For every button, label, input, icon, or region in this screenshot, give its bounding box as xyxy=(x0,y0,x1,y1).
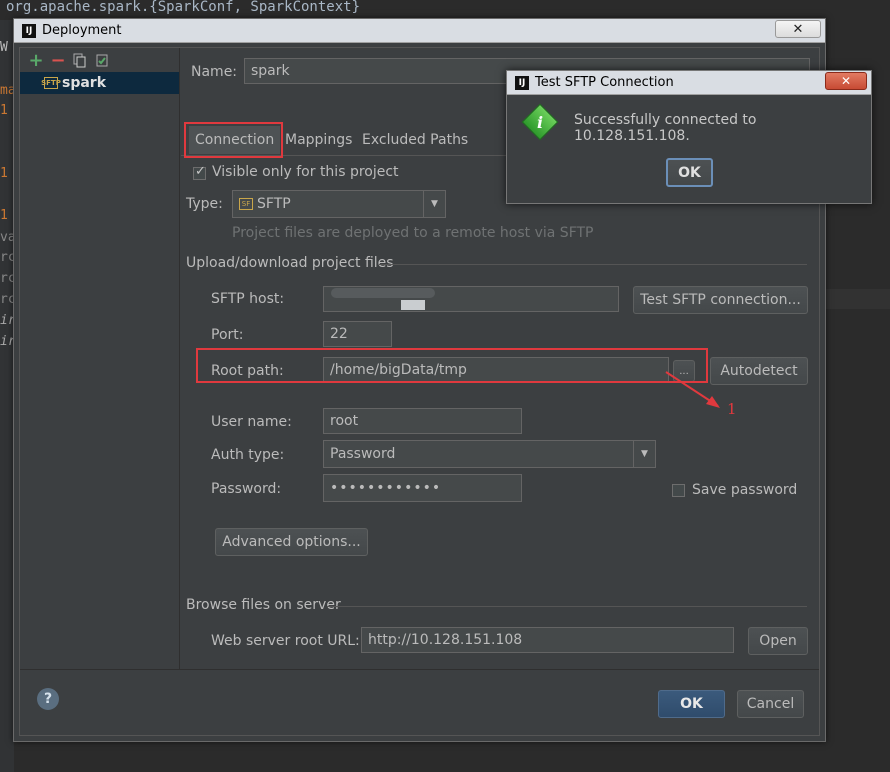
popup-ok-button[interactable]: OK xyxy=(666,158,713,187)
default-server-icon[interactable] xyxy=(94,52,110,68)
editor-code-line: org.apache.spark.{SparkConf, SparkContex… xyxy=(0,0,890,20)
auth-type-value: Password xyxy=(330,446,396,462)
info-icon-glyph: i xyxy=(536,112,544,132)
ok-button[interactable]: OK xyxy=(658,690,725,718)
type-select[interactable]: SF SFTP ▼ xyxy=(232,190,446,218)
cancel-button[interactable]: Cancel xyxy=(737,690,804,718)
popup-message: Successfully connected to 10.128.151.108… xyxy=(574,112,757,144)
gutter-fragment: 1 xyxy=(0,103,8,118)
gutter-fragment: 1 xyxy=(0,208,8,223)
user-name-input[interactable]: root xyxy=(323,408,522,434)
visible-only-label: Visible only for this project xyxy=(212,164,399,180)
type-label: Type: xyxy=(186,196,223,212)
port-input[interactable]: 22 xyxy=(323,321,392,347)
gutter-fragment: 1 xyxy=(0,166,8,181)
open-button[interactable]: Open xyxy=(748,627,808,655)
auth-type-select[interactable]: Password ▼ xyxy=(323,440,656,468)
port-label: Port: xyxy=(211,327,244,343)
test-sftp-button[interactable]: Test SFTP connection... xyxy=(633,286,808,314)
editor-current-line xyxy=(826,289,890,309)
tab-mappings[interactable]: Mappings xyxy=(279,126,358,154)
type-hint: Project files are deployed to a remote h… xyxy=(232,225,594,241)
test-connection-dialog: IJ Test SFTP Connection ✕ i Successfully… xyxy=(506,70,872,204)
popup-close-button[interactable]: ✕ xyxy=(825,72,867,90)
web-root-input[interactable]: http://10.128.151.108 xyxy=(361,627,734,653)
annotation-arrow-icon xyxy=(665,371,720,408)
chevron-down-icon: ▼ xyxy=(633,441,655,467)
password-label: Password: xyxy=(211,481,282,497)
section-divider xyxy=(327,606,807,607)
editor-gutter xyxy=(0,20,14,772)
intellij-logo-icon: IJ xyxy=(22,23,36,38)
highlight-root-path xyxy=(196,348,708,383)
host-redaction xyxy=(331,288,435,298)
save-password-checkbox[interactable] xyxy=(672,484,685,497)
web-root-label: Web server root URL: xyxy=(211,633,360,649)
advanced-options-button[interactable]: Advanced options... xyxy=(215,528,368,556)
server-tree-item[interactable]: SFTP spark xyxy=(20,72,179,94)
gutter-fragment: W xyxy=(0,40,8,55)
popup-titlebar[interactable]: IJ Test SFTP Connection ✕ xyxy=(507,71,871,95)
sftp-host-label: SFTP host: xyxy=(211,291,285,307)
section-divider xyxy=(379,264,807,265)
visible-only-checkbox[interactable] xyxy=(193,164,206,180)
sftp-server-icon: SFTP xyxy=(41,77,61,89)
tab-excluded-paths[interactable]: Excluded Paths xyxy=(356,126,474,154)
servers-panel: + − SFTP spark xyxy=(20,48,180,669)
user-name-label: User name: xyxy=(211,414,292,430)
chevron-down-icon: ▼ xyxy=(423,191,445,217)
sftp-type-icon: SF xyxy=(239,198,253,210)
add-icon[interactable]: + xyxy=(28,50,44,71)
browse-section-title: Browse files on server xyxy=(186,597,341,613)
dialog-titlebar[interactable]: IJ Deployment ✕ xyxy=(14,19,825,43)
dialog-title: Deployment xyxy=(42,23,122,38)
host-redaction-mark xyxy=(401,300,425,310)
popup-title: Test SFTP Connection xyxy=(535,75,674,90)
password-input[interactable]: •••••••••••• xyxy=(323,474,522,502)
remove-icon[interactable]: − xyxy=(50,50,66,71)
intellij-logo-icon: IJ xyxy=(515,75,529,90)
dialog-button-bar: ? OK Cancel xyxy=(20,669,819,735)
upload-section-title: Upload/download project files xyxy=(186,255,394,271)
copy-icon[interactable] xyxy=(72,52,88,68)
server-name-label: spark xyxy=(62,75,107,91)
help-icon[interactable]: ? xyxy=(37,688,59,710)
annotation-number: 1 xyxy=(727,400,737,418)
highlight-connection-tab xyxy=(184,122,283,158)
name-label: Name: xyxy=(191,64,238,80)
servers-toolbar: + − xyxy=(20,48,179,72)
dialog-close-button[interactable]: ✕ xyxy=(775,20,821,38)
save-password-label: Save password xyxy=(692,482,798,498)
auth-type-label: Auth type: xyxy=(211,447,285,463)
type-value: SFTP xyxy=(257,196,291,212)
